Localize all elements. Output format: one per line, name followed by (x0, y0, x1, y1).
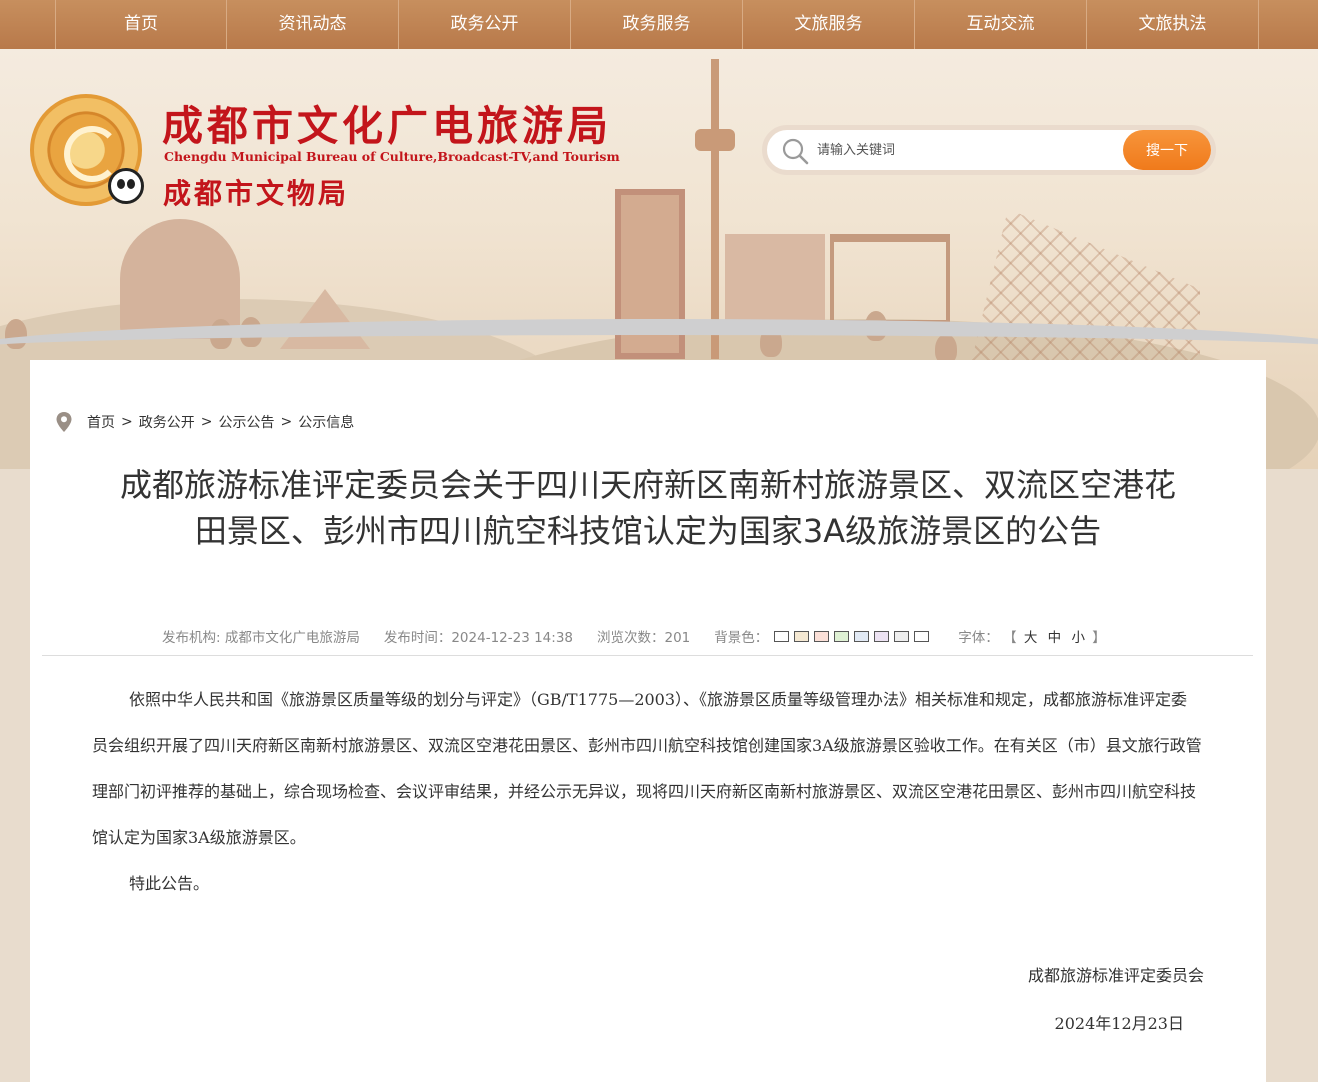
divider (42, 655, 1253, 656)
meta-publisher: 发布机构: 成都市文化广电旅游局 (162, 630, 360, 646)
site-title-english: Chengdu Municipal Bureau of Culture,Broa… (164, 149, 620, 164)
article-body: 依照中华人民共和国《旅游景区质量等级的划分与评定》（GB/T1775—2003）… (92, 677, 1202, 907)
bg-swatch[interactable] (874, 630, 890, 642)
nav-item-culture-tourism-services[interactable]: 文旅服务 (743, 0, 915, 49)
breadcrumb-gov-affairs-open[interactable]: 政务公开 (139, 412, 195, 432)
article-panel: 首页 > 政务公开 > 公示公告 > 公示信息 成都旅游标准评定委员会关于四川天… (30, 360, 1266, 1082)
panda-icon (108, 168, 144, 204)
search-button[interactable]: 搜一下 (1123, 130, 1211, 170)
bg-swatch[interactable] (854, 630, 870, 642)
bg-swatch[interactable] (914, 630, 930, 642)
article-paragraph: 特此公告。 (129, 874, 210, 893)
nav-item-news[interactable]: 资讯动态 (227, 0, 399, 49)
font-medium-button[interactable]: 中 (1048, 630, 1062, 646)
article-date: 2024年12月23日 (1054, 1014, 1184, 1033)
meta-bg-label: 背景色： (714, 630, 769, 646)
breadcrumb-public-info[interactable]: 公示信息 (298, 412, 354, 432)
bg-swatch[interactable] (834, 630, 850, 642)
nav-item-law-enforcement[interactable]: 文旅执法 (1087, 0, 1259, 49)
top-nav: 首页 资讯动态 政务公开 政务服务 文旅服务 互动交流 文旅执法 (0, 0, 1318, 49)
banner-pavilion (725, 234, 825, 324)
font-bracket-close: 】 (1092, 630, 1106, 646)
breadcrumb-separator: > (200, 414, 213, 430)
article-meta: 发布机构: 成都市文化广电旅游局 发布时间：2024-12-23 14:38 浏… (162, 626, 1106, 646)
nav-item-home[interactable]: 首页 (55, 0, 227, 49)
article-signature: 成都旅游标准评定委员会 (1027, 966, 1204, 985)
side-decoration (1266, 469, 1318, 1082)
search-icon (782, 138, 809, 165)
font-large-button[interactable]: 大 (1024, 630, 1038, 646)
search-box: 搜一下 (762, 125, 1216, 175)
nav-item-interaction[interactable]: 互动交流 (915, 0, 1087, 49)
breadcrumb-home[interactable]: 首页 (87, 412, 115, 432)
site-title[interactable]: 成都市文化广电旅游局 (162, 92, 612, 152)
breadcrumb-separator: > (280, 414, 293, 430)
font-size-switcher: 字体： 【 大 中 小 】 (958, 626, 1105, 646)
breadcrumb: 首页 > 政务公开 > 公示公告 > 公示信息 (55, 410, 354, 434)
font-bracket-open: 【 (1003, 630, 1017, 646)
breadcrumb-separator: > (121, 414, 133, 430)
site-subtitle: 成都市文物局 (163, 177, 350, 210)
article-paragraph: 依照中华人民共和国《旅游景区质量等级的划分与评定》（GB/T1775—2003）… (92, 690, 1202, 847)
bg-swatch[interactable] (814, 630, 830, 642)
font-label: 字体： (958, 630, 999, 646)
nav-item-gov-services[interactable]: 政务服务 (571, 0, 743, 49)
nav-item-gov-affairs-open[interactable]: 政务公开 (399, 0, 571, 49)
bg-swatch[interactable] (894, 630, 910, 642)
banner-pavilion (830, 234, 950, 324)
meta-publish-time: 发布时间：2024-12-23 14:38 (383, 630, 573, 646)
meta-views: 浏览次数：201 (597, 630, 691, 646)
search-input[interactable] (817, 135, 1117, 165)
side-decoration (0, 469, 30, 1082)
location-pin-icon (56, 412, 72, 432)
bg-color-swatches (774, 630, 934, 642)
breadcrumb-announcements[interactable]: 公示公告 (218, 412, 274, 432)
bg-swatch[interactable] (774, 630, 790, 642)
article-title: 成都旅游标准评定委员会关于四川天府新区南新村旅游景区、双流区空港花田景区、彭州市… (119, 466, 1176, 550)
font-small-button[interactable]: 小 (1071, 630, 1085, 646)
bg-swatch[interactable] (794, 630, 810, 642)
